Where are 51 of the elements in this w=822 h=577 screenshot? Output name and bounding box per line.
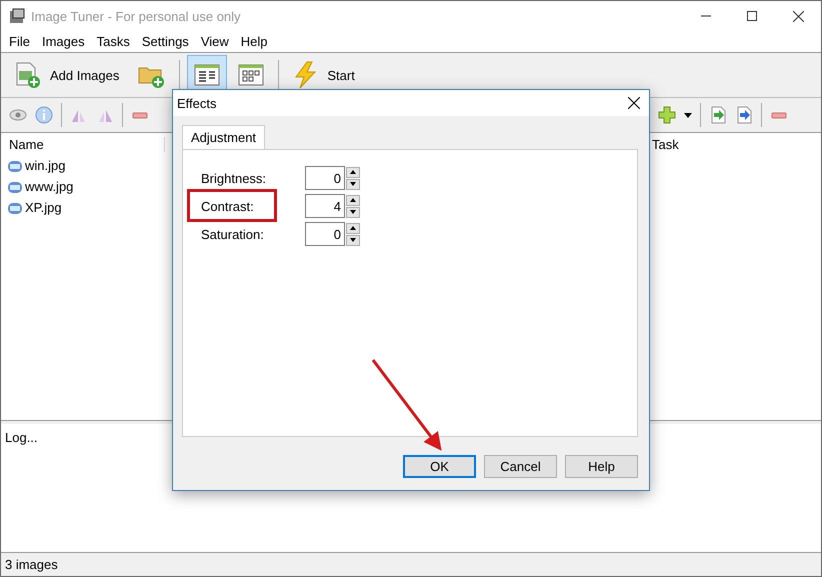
caret-icon[interactable] — [684, 112, 692, 118]
spin-up-button[interactable] — [346, 166, 360, 178]
file-name[interactable]: win.jpg — [25, 158, 66, 173]
close-icon[interactable] — [628, 97, 640, 109]
down-triangle-icon — [350, 182, 356, 186]
down-triangle-icon — [350, 210, 356, 214]
app-icon — [9, 8, 25, 24]
toolbar-button[interactable]: Start — [286, 55, 362, 95]
field-label: Brightness: — [201, 170, 268, 186]
number-field[interactable]: 0 — [305, 222, 345, 246]
menu-item[interactable]: File — [3, 34, 36, 49]
export-icon[interactable] — [735, 106, 753, 124]
menu-item[interactable]: Help — [234, 34, 274, 49]
field-label: Saturation: — [201, 226, 265, 242]
dialog-title: Effects — [177, 96, 217, 110]
dialog-button[interactable]: Cancel — [484, 455, 557, 478]
info-icon[interactable] — [35, 106, 53, 124]
tab[interactable]: Adjustment — [182, 125, 266, 149]
down-triangle-icon — [350, 238, 356, 242]
up-triangle-icon — [350, 170, 356, 174]
number-field[interactable]: 4 — [305, 194, 345, 218]
spin-down-button[interactable] — [346, 234, 360, 246]
list-view-icon — [194, 63, 220, 87]
window-title: Image Tuner - For personal use only — [31, 8, 241, 24]
spin-down-button[interactable] — [346, 178, 360, 190]
column-header[interactable]: Task — [652, 136, 679, 152]
plus-icon[interactable] — [658, 106, 676, 124]
spin-up-button[interactable] — [346, 222, 360, 234]
column-header[interactable]: Name — [9, 136, 165, 152]
menu-item[interactable]: Tasks — [90, 34, 136, 49]
file-name[interactable]: www.jpg — [25, 179, 74, 194]
menu-item[interactable]: View — [194, 34, 235, 49]
up-triangle-icon — [350, 226, 356, 230]
import-icon[interactable] — [709, 106, 727, 124]
dialog-button[interactable]: Help — [565, 455, 638, 478]
maximize-icon — [747, 11, 757, 21]
spin-up-button[interactable] — [346, 194, 360, 206]
toolbar-button[interactable]: Add Images — [7, 55, 126, 95]
dialog-button[interactable]: OK — [403, 455, 476, 478]
image-add-icon — [14, 61, 42, 89]
menu-item[interactable]: Settings — [136, 34, 195, 49]
log-text: Log... — [5, 430, 38, 445]
menu-item[interactable]: Images — [36, 34, 91, 49]
thumbnail-view-icon — [238, 63, 264, 87]
field-label: Contrast: — [201, 198, 255, 214]
file-name[interactable]: XP.jpg — [25, 200, 62, 215]
spin-down-button[interactable] — [346, 206, 360, 218]
status-text: 3 images — [5, 557, 58, 572]
up-triangle-icon — [350, 198, 356, 202]
close-icon — [792, 10, 804, 22]
number-field[interactable]: 0 — [305, 166, 345, 190]
